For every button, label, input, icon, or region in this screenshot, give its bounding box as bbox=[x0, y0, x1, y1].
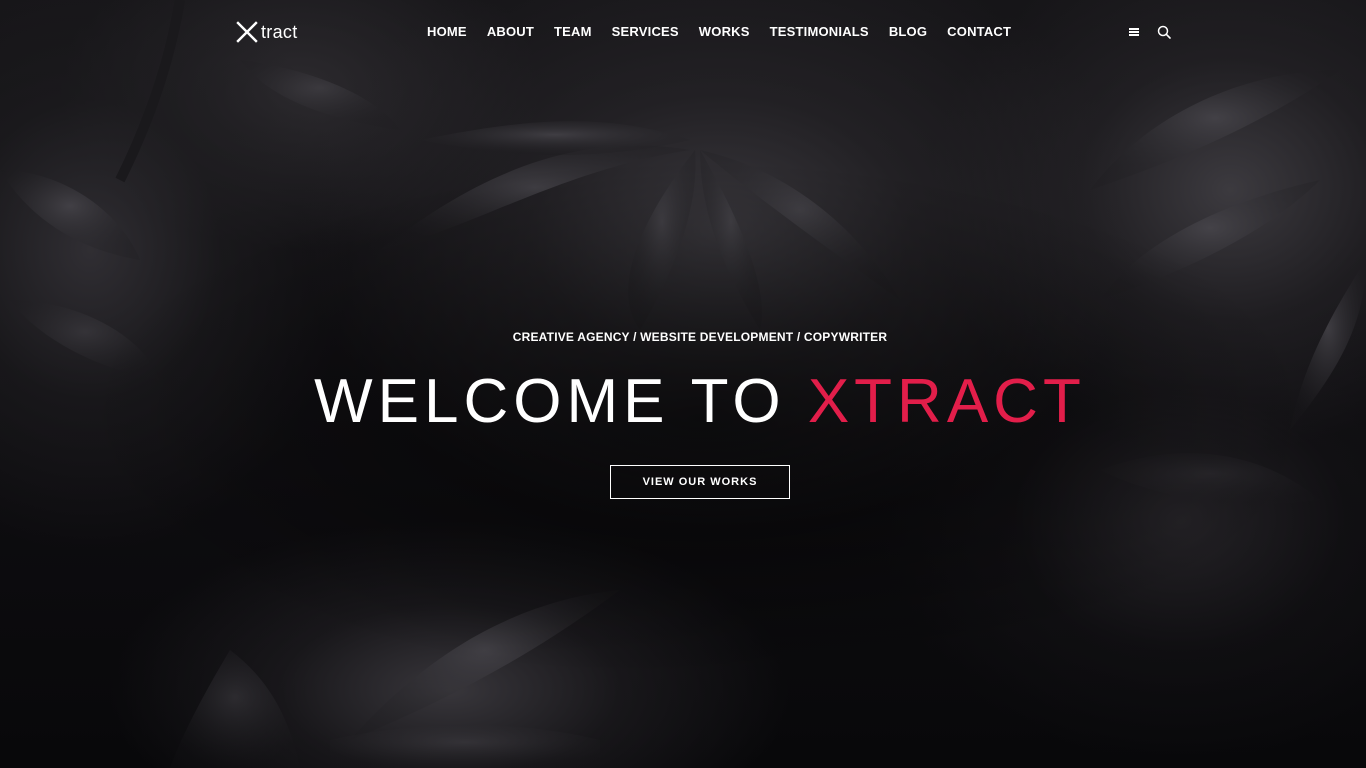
hero-headline: WELCOME TO XTRACT bbox=[0, 366, 1366, 438]
hero-tagline: CREATIVE AGENCY / WEBSITE DEVELOPMENT / … bbox=[512, 330, 888, 344]
nav-item-services[interactable]: SERVICES bbox=[612, 24, 679, 40]
menu-icon[interactable] bbox=[1126, 24, 1142, 40]
view-our-works-button[interactable]: VIEW OUR WORKS bbox=[610, 465, 790, 499]
logo[interactable]: tract bbox=[236, 20, 298, 44]
logo-x-icon bbox=[236, 21, 258, 43]
header-tools bbox=[1126, 24, 1172, 40]
nav-item-testimonials[interactable]: TESTIMONIALS bbox=[770, 24, 869, 40]
logo-text: tract bbox=[261, 21, 298, 42]
headline-accent-text: XTRACT bbox=[807, 367, 1086, 436]
main-navigation: HOME ABOUT TEAM SERVICES WORKS TESTIMONI… bbox=[427, 24, 1011, 42]
headline-plain-text: WELCOME TO bbox=[314, 367, 808, 436]
nav-item-works[interactable]: WORKS bbox=[699, 24, 750, 40]
nav-item-contact[interactable]: CONTACT bbox=[947, 24, 1011, 40]
nav-item-home[interactable]: HOME bbox=[427, 24, 467, 40]
nav-item-team[interactable]: TEAM bbox=[554, 24, 592, 40]
nav-item-about[interactable]: ABOUT bbox=[487, 24, 534, 40]
search-icon[interactable] bbox=[1156, 24, 1172, 40]
nav-item-blog[interactable]: BLOG bbox=[889, 24, 927, 40]
